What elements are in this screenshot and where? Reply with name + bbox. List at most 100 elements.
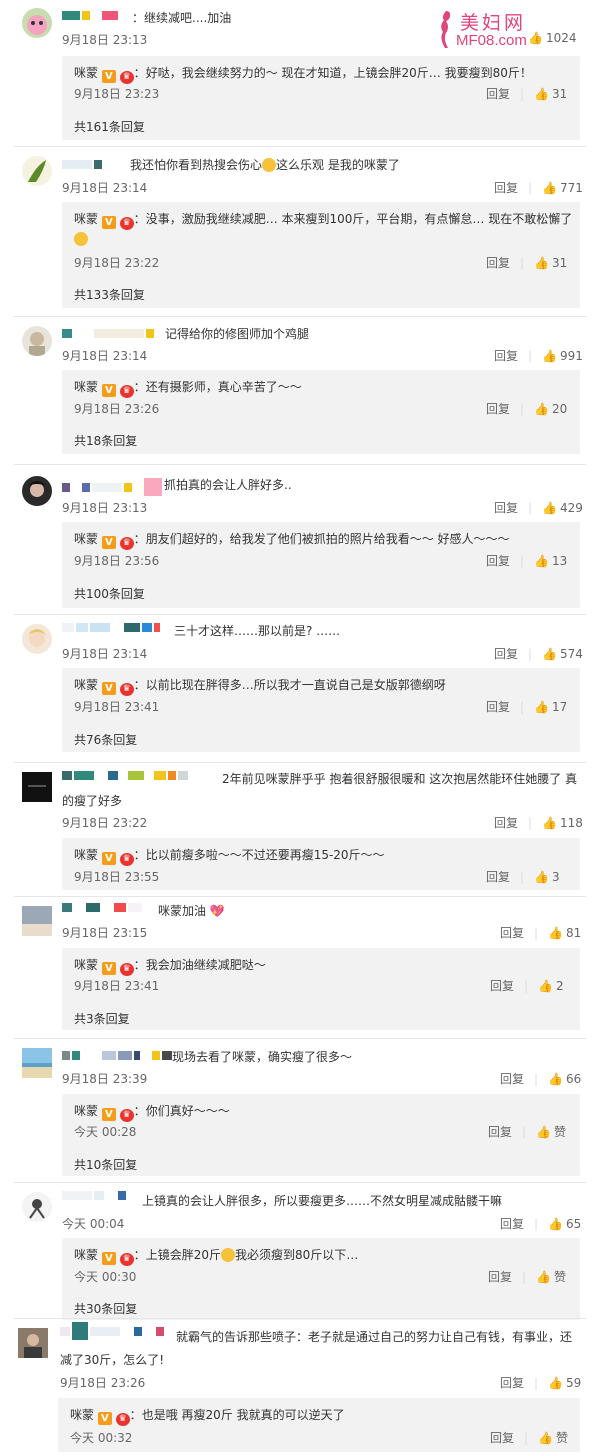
username-blurred[interactable] [62, 478, 162, 496]
verified-icon: V [101, 1252, 116, 1265]
like-button[interactable]: 👍 59 [548, 1376, 581, 1390]
like-button[interactable]: 👍 赞 [536, 1123, 566, 1140]
avatar[interactable] [22, 624, 52, 654]
comment-text: 抓拍真的会让人胖好多.. [164, 478, 292, 492]
avatar[interactable] [18, 1328, 48, 1358]
avatar[interactable] [22, 906, 52, 936]
like-button[interactable]: 👍 2 [538, 979, 564, 993]
reply-button[interactable]: 回复 [494, 499, 518, 516]
more-replies-link[interactable]: 共133条回复 [74, 286, 145, 303]
reply-username[interactable]: 咪蒙 [74, 380, 98, 394]
like-button[interactable]: 👍 20 [534, 402, 567, 416]
more-replies-link[interactable]: 共30条回复 [74, 1300, 137, 1317]
avatar[interactable] [22, 476, 52, 506]
like-button[interactable]: 👍 3 [534, 870, 560, 884]
avatar[interactable] [22, 1048, 52, 1078]
username-blurred[interactable] [62, 902, 142, 912]
username-blurred[interactable] [62, 159, 102, 169]
like-button[interactable]: 👍 1024 [528, 31, 577, 45]
avatar[interactable] [22, 156, 52, 186]
reply-username[interactable]: 咪蒙 [74, 678, 98, 692]
more-replies-link[interactable]: 共76条回复 [74, 731, 137, 748]
reply-username[interactable]: 咪蒙 [74, 848, 98, 862]
username-blurred[interactable] [62, 1190, 126, 1200]
reply-button[interactable]: 回复 [500, 1070, 524, 1087]
like-count: 118 [560, 815, 583, 830]
reply-button[interactable]: 回复 [494, 645, 518, 662]
reply-username[interactable]: 咪蒙 [74, 1248, 98, 1262]
like-button[interactable]: 👍 13 [534, 554, 567, 568]
reply-box: 咪蒙 V ♛ ：朋友们超好的，给我发了他们被抓拍的照片给我看～～ 好感人～～～ 9… [62, 522, 580, 608]
like-count: 31 [552, 86, 568, 101]
member-badge-icon: ♛ [119, 1109, 134, 1122]
reply-box: 咪蒙 V ♛ ：上镜会胖20斤 我必须瘦到80斤以下… 今天 00:30 回复 | … [62, 1238, 580, 1320]
reply-button[interactable]: 回复 [486, 85, 510, 102]
reply-button[interactable]: 回复 [486, 868, 510, 885]
like-button[interactable]: 👍 赞 [536, 1268, 566, 1285]
reply-text: 咪蒙 V ♛ ：好哒，我会继续努力的～ 现在才知道，上镜会胖20斤… 我要瘦到80… [74, 66, 532, 84]
reply-username[interactable]: 咪蒙 [70, 1408, 94, 1422]
reply-button[interactable]: 回复 [500, 924, 524, 941]
more-replies-link[interactable]: 共18条回复 [74, 432, 137, 449]
reply-button[interactable]: 回复 [500, 1215, 524, 1232]
comment-text: 就霸气的告诉那些喷子：老子就是通过自己的努力让自己有钱，有事业，还 [176, 1330, 573, 1344]
reply-username[interactable]: 咪蒙 [74, 1104, 98, 1118]
username-blurred[interactable] [62, 770, 188, 780]
comment-actions: 回复 | 👍 65 [500, 1215, 582, 1232]
reply-username[interactable]: 咪蒙 [74, 66, 98, 80]
more-replies-link[interactable]: 共161条回复 [74, 118, 145, 135]
like-button[interactable]: 👍 赞 [538, 1429, 568, 1446]
like-count: 574 [560, 646, 583, 661]
reply-button[interactable]: 回复 [486, 400, 510, 417]
reply-button[interactable]: 回复 [490, 1429, 514, 1446]
comment-time: 9月18日 23:26 [60, 1376, 146, 1390]
member-badge-icon: ♛ [119, 217, 134, 230]
like-button[interactable]: 👍 991 [542, 349, 583, 363]
comment-actions: 回复 | 👍 66 [500, 1070, 582, 1087]
like-button[interactable]: 👍 574 [542, 647, 583, 661]
reply-username[interactable]: 咪蒙 [74, 212, 98, 226]
reply-button[interactable]: 回复 [486, 698, 510, 715]
like-button[interactable]: 👍 65 [548, 1217, 581, 1231]
like-button[interactable]: 👍 118 [542, 816, 583, 830]
username-blurred[interactable] [62, 1050, 172, 1060]
like-count: 31 [552, 255, 568, 270]
thumbs-up-icon: 👍 [542, 815, 558, 830]
like-button[interactable]: 👍 429 [542, 501, 583, 515]
avatar[interactable] [22, 1192, 52, 1222]
more-replies-link[interactable]: 共10条回复 [74, 1156, 137, 1173]
reply-button[interactable]: 回复 [494, 347, 518, 364]
reply-button[interactable]: 回复 [486, 552, 510, 569]
avatar[interactable] [22, 8, 52, 38]
reply-box: 咪蒙 V ♛ ：也是哦 再瘦20斤 我就真的可以逆天了 今天 00:32 回复 |… [58, 1398, 580, 1452]
like-button[interactable]: 👍 66 [548, 1072, 581, 1086]
reply-button[interactable]: 回复 [500, 1374, 524, 1391]
more-replies-link[interactable]: 共3条回复 [74, 1010, 130, 1027]
like-button[interactable]: 👍 31 [534, 256, 567, 270]
more-replies-link[interactable]: 共100条回复 [74, 585, 145, 602]
reply-button[interactable]: 回复 [488, 1268, 512, 1285]
username-blurred[interactable] [62, 328, 154, 338]
reply-time: 9月18日 23:56 [74, 554, 160, 568]
reply-text: 咪蒙 V ♛ ：你们真好～～～ [74, 1104, 230, 1122]
avatar[interactable] [22, 772, 52, 802]
username-blurred[interactable] [62, 622, 160, 632]
reply-button[interactable]: 回复 [494, 814, 518, 831]
reply-username[interactable]: 咪蒙 [74, 532, 98, 546]
avatar[interactable] [22, 326, 52, 356]
reply-button[interactable]: 回复 [494, 179, 518, 196]
like-button[interactable]: 👍 31 [534, 87, 567, 101]
reply-username[interactable]: 咪蒙 [74, 958, 98, 972]
reply-button[interactable]: 回复 [486, 254, 510, 271]
like-button[interactable]: 👍 81 [548, 926, 581, 940]
username-blurred[interactable] [62, 10, 118, 20]
thumbs-up-icon: 👍 [548, 1375, 564, 1390]
like-count: 赞 [556, 1431, 569, 1445]
like-button[interactable]: 👍 17 [534, 700, 567, 714]
like-button[interactable]: 👍 771 [542, 181, 583, 195]
watermark-title: 美妇网 [460, 12, 527, 34]
comment-text: ：继续减吧....加油 [132, 11, 232, 25]
reply-button[interactable]: 回复 [488, 1123, 512, 1140]
reply-button[interactable]: 回复 [490, 977, 514, 994]
username-blurred[interactable] [60, 1322, 164, 1340]
